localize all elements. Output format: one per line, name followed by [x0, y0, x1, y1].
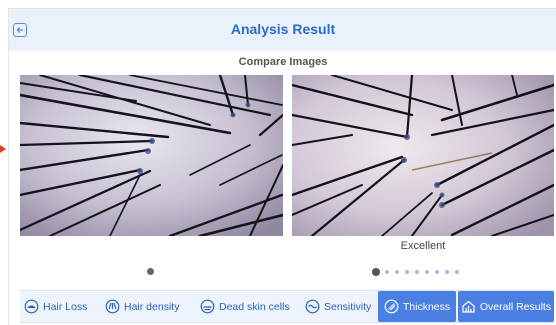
analysis-result-screen: Analysis Result Compare Images Excellent… — [8, 8, 556, 325]
hair-loss-icon — [24, 299, 39, 314]
compare-images-heading: Compare Images — [238, 56, 328, 68]
tab-label: Overall Results — [479, 300, 552, 313]
tab-overall-results[interactable]: Overall Results — [458, 291, 554, 322]
hair-density-icon — [105, 299, 120, 314]
right-pager-dot[interactable] — [425, 270, 429, 274]
scalp-image-left[interactable] — [20, 75, 283, 236]
thickness-icon — [384, 299, 399, 314]
left-pager-dot-active[interactable] — [147, 268, 154, 275]
tab-hair-loss[interactable]: Hair Loss — [24, 291, 102, 322]
tab-thickness[interactable]: Thickness — [378, 291, 456, 322]
tab-label: Sensitivity — [324, 300, 372, 313]
dead-skin-icon — [200, 299, 215, 314]
right-pager-dot[interactable] — [395, 270, 399, 274]
analysis-tab-bar: Hair Loss Hair density Dead skin cells S… — [20, 290, 554, 323]
right-pager-dot-active[interactable] — [372, 268, 380, 276]
tab-label: Dead skin cells — [219, 300, 290, 313]
tab-hair-density[interactable]: Hair density — [105, 291, 197, 322]
right-pager-dot[interactable] — [385, 270, 389, 274]
right-pager-dot[interactable] — [415, 270, 419, 274]
thickness-rating-label: Excellent — [400, 240, 446, 252]
tab-label: Thickness — [402, 300, 451, 313]
edge-marker-arrow — [0, 145, 6, 153]
tab-label: Hair Loss — [43, 300, 88, 313]
overall-results-icon — [462, 300, 475, 313]
right-pager-dot[interactable] — [405, 270, 409, 274]
right-pager-dot[interactable] — [435, 270, 439, 274]
right-pager-dot[interactable] — [455, 270, 459, 274]
scalp-image-right[interactable] — [292, 75, 554, 236]
page-title: Analysis Result — [230, 21, 336, 37]
tab-dead-skin-cells[interactable]: Dead skin cells — [200, 291, 304, 322]
tab-sensitivity[interactable]: Sensitivity — [305, 291, 377, 322]
header-bar: Analysis Result — [9, 9, 556, 51]
right-pager-dot[interactable] — [445, 270, 449, 274]
scalp-photo-right — [292, 75, 554, 236]
tab-label: Hair density — [124, 300, 180, 313]
sensitivity-icon — [305, 299, 320, 314]
scalp-photo-left — [20, 75, 283, 236]
